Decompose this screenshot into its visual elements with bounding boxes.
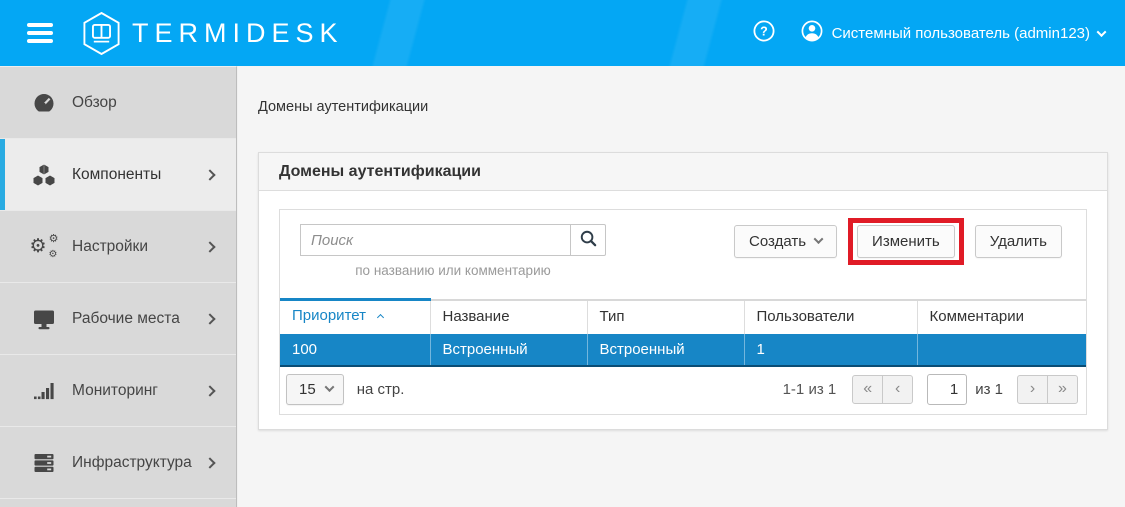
column-header-type[interactable]: Тип: [587, 300, 744, 334]
sidebar-item-overview[interactable]: Обзор: [0, 67, 236, 139]
monitor-icon: [30, 307, 57, 331]
hexagon-logo-icon: [81, 11, 122, 56]
cell-type: Встроенный: [587, 334, 744, 366]
user-menu[interactable]: Системный пользователь (admin123): [800, 19, 1105, 47]
prev-page-button[interactable]: ‹: [882, 375, 913, 404]
app-root: TERMIDESK ?: [0, 0, 1125, 507]
edit-button[interactable]: Изменить: [857, 225, 955, 258]
logo-wordmark: TERMIDESK: [132, 18, 344, 49]
card-header: Домены аутентификации: [259, 153, 1107, 191]
table-row-selected[interactable]: 100 Встроенный Встроенный 1: [280, 334, 1086, 366]
sidebar-item-infrastructure[interactable]: Инфраструктура: [0, 427, 236, 499]
column-header-priority[interactable]: Приоритет: [280, 300, 430, 334]
first-page-button[interactable]: «: [852, 375, 883, 404]
chevron-right-icon: [204, 385, 215, 396]
sort-ascending-icon: [377, 314, 384, 321]
auth-domains-card: Домены аутентификации: [258, 152, 1108, 430]
top-header: TERMIDESK ?: [0, 0, 1125, 66]
components-cubes-icon: [30, 163, 57, 187]
per-page-label: на стр.: [357, 381, 405, 398]
column-header-users[interactable]: Пользователи: [744, 300, 917, 334]
table-footer: 15 на стр. 1-1 из 1 « ‹ из 1: [280, 367, 1086, 414]
chevron-right-icon: [204, 169, 215, 180]
sidebar-item-components[interactable]: Компоненты: [0, 139, 236, 211]
sidebar-item-label: Компоненты: [72, 166, 206, 184]
chevron-right-icon: [204, 241, 215, 252]
cell-comments: [917, 334, 1086, 366]
hamburger-menu-icon[interactable]: [27, 19, 53, 47]
page-size-select[interactable]: 15: [286, 374, 344, 405]
sidebar: Обзор Компоненты ⚙⚙⚙ Настройки: [0, 66, 237, 507]
search-button[interactable]: [570, 224, 606, 256]
chevron-right-icon: [204, 313, 215, 324]
signal-bars-icon: [30, 379, 57, 403]
page-size-value: 15: [299, 381, 316, 398]
chevron-right-icon: [204, 457, 215, 468]
sidebar-item-label: Настройки: [72, 238, 206, 256]
cell-users: 1: [744, 334, 917, 366]
chevron-down-icon: [814, 234, 824, 244]
sidebar-item-label: Инфраструктура: [72, 454, 206, 472]
search-icon: [579, 229, 598, 251]
column-label: Приоритет: [292, 307, 366, 324]
chevron-down-icon: [1097, 27, 1107, 37]
card-title: Домены аутентификации: [279, 163, 481, 181]
range-label: 1-1 из 1: [783, 381, 837, 398]
chevron-down-icon: [324, 382, 334, 392]
help-button[interactable]: ?: [752, 19, 776, 48]
brand-logo: TERMIDESK: [81, 11, 344, 56]
search-hint: по названию или комментарию: [300, 263, 606, 278]
user-avatar-icon: [800, 19, 824, 47]
create-button[interactable]: Создать: [734, 225, 837, 258]
gears-icon: ⚙⚙⚙: [30, 235, 57, 259]
of-total-label: из 1: [975, 381, 1003, 398]
sidebar-item-monitoring[interactable]: Мониторинг: [0, 355, 236, 427]
sidebar-item-settings[interactable]: ⚙⚙⚙ Настройки: [0, 211, 236, 283]
current-page-input[interactable]: [927, 374, 967, 405]
cell-priority: 100: [280, 334, 430, 366]
help-circle-icon: ?: [752, 19, 776, 48]
auth-domains-panel: по названию или комментарию Создать Изме…: [279, 209, 1087, 415]
sidebar-item-workplaces[interactable]: Рабочие места: [0, 283, 236, 355]
auth-domains-table: Приоритет Название Тип Пользователи Комм…: [280, 298, 1086, 367]
pagination: 1-1 из 1 « ‹ из 1 › »: [783, 374, 1078, 405]
dashboard-icon: [30, 91, 57, 115]
breadcrumb: Домены аутентификации: [258, 100, 1108, 114]
column-header-name[interactable]: Название: [430, 300, 587, 334]
sidebar-item-label: Рабочие места: [72, 310, 206, 328]
main-content: Домены аутентификации Домены аутентифика…: [238, 66, 1125, 507]
create-button-label: Создать: [749, 233, 806, 250]
last-page-button[interactable]: »: [1047, 375, 1078, 404]
delete-button[interactable]: Удалить: [975, 225, 1062, 258]
sidebar-item-label: Мониторинг: [72, 382, 206, 400]
sidebar-item-label: Обзор: [72, 94, 236, 112]
search-input[interactable]: [300, 224, 570, 256]
user-menu-label: Системный пользователь (admin123): [832, 25, 1090, 42]
column-header-comments[interactable]: Комментарии: [917, 300, 1086, 334]
svg-text:?: ?: [760, 24, 768, 38]
cell-name: Встроенный: [430, 334, 587, 366]
server-stack-icon: [30, 451, 57, 475]
toolbar: по названию или комментарию Создать Изме…: [280, 210, 1086, 298]
next-page-button[interactable]: ›: [1017, 375, 1048, 404]
table-header-row: Приоритет Название Тип Пользователи Комм…: [280, 300, 1086, 334]
